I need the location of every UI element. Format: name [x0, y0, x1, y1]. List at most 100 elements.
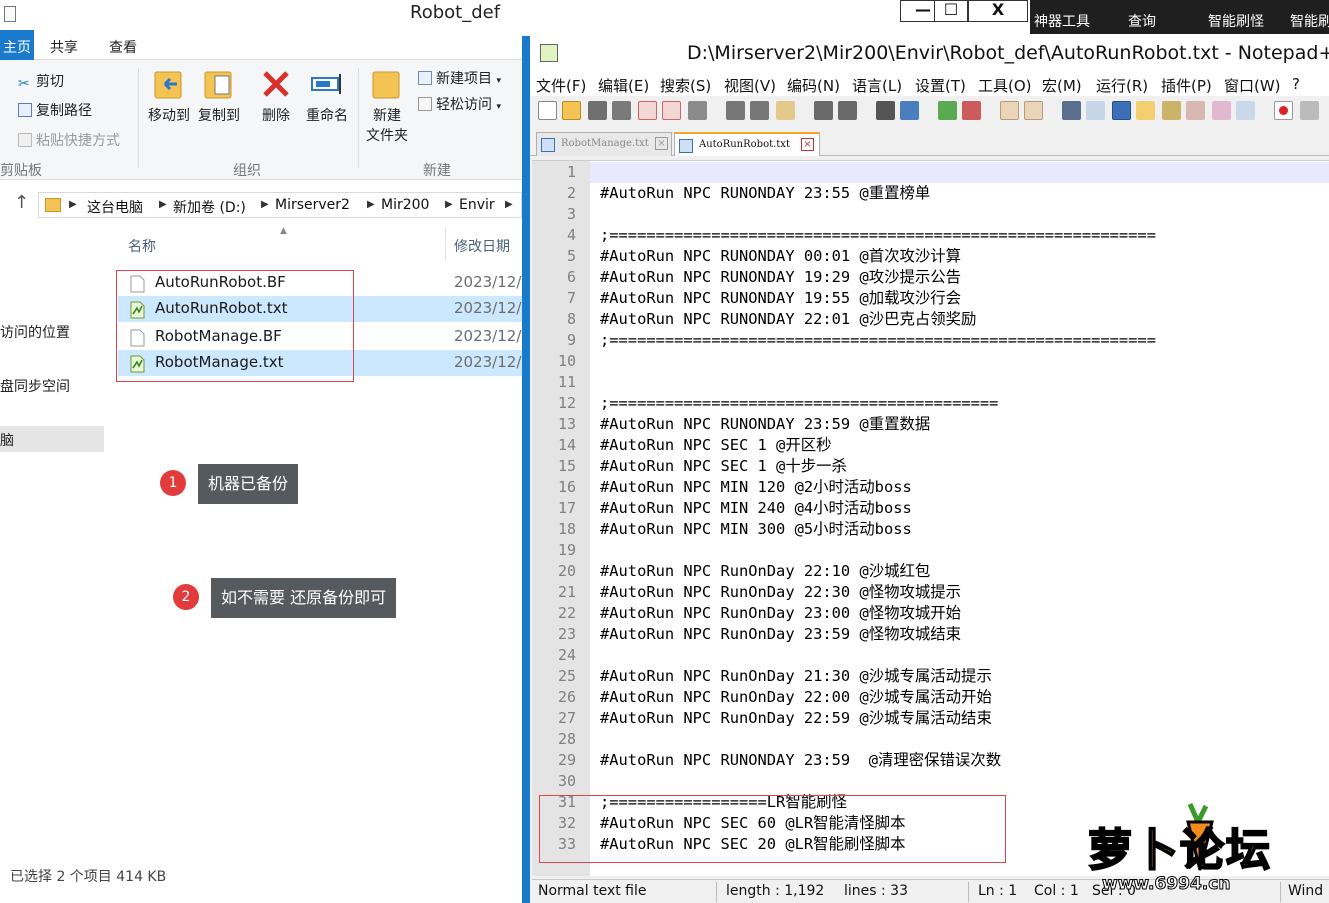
file-row[interactable]: AutoRunRobot.BF 2023/12/ — [118, 270, 522, 296]
file-date: 2023/12/ — [454, 299, 522, 317]
copy-to-button[interactable]: 复制到 — [196, 66, 242, 126]
menu-view[interactable]: 视图(V) — [724, 75, 776, 96]
file-row[interactable]: RobotManage.txt 2023/12/ — [118, 350, 522, 376]
tab-view[interactable]: 查看 — [109, 37, 137, 57]
menu-language[interactable]: 语言(L) — [852, 75, 902, 96]
menu-encoding[interactable]: 编码(N) — [787, 75, 840, 96]
zoom-in-icon[interactable] — [938, 101, 957, 120]
cut-button[interactable]: ✂ 剪切 — [18, 71, 64, 92]
blank-file-icon — [130, 329, 145, 347]
breadcrumb-item[interactable]: 这台电脑 — [87, 197, 143, 217]
menu-window[interactable]: 窗口(W) — [1224, 75, 1281, 96]
lang-udl-icon[interactable] — [1136, 101, 1155, 120]
taskbar-item[interactable]: 神器工具 — [1034, 11, 1090, 31]
menu-plugins[interactable]: 插件(P) — [1161, 75, 1212, 96]
save-all-icon[interactable] — [612, 101, 631, 120]
menu-edit[interactable]: 编辑(E) — [598, 75, 649, 96]
line-number: 9 — [566, 331, 576, 349]
notepadpp-title: D:\Mirserver2\Mir200\Envir\Robot_def\Aut… — [687, 42, 1329, 64]
file-row[interactable]: RobotManage.BF 2023/12/ — [118, 324, 522, 350]
line-number: 11 — [557, 373, 576, 391]
close-button[interactable]: X — [968, 0, 1028, 22]
breadcrumb-item[interactable]: Mirserver2 — [275, 197, 350, 213]
cut-icon[interactable] — [726, 101, 745, 120]
sync-v-icon[interactable] — [1000, 101, 1019, 120]
zoom-out-icon[interactable] — [962, 101, 981, 120]
column-header-date[interactable]: 修改日期 — [454, 236, 510, 256]
paste-shortcut-button[interactable]: 粘贴快捷方式 — [18, 130, 120, 150]
rename-button[interactable]: 重命名 — [302, 66, 352, 126]
copy-icon[interactable] — [750, 101, 769, 120]
line-number: 31 — [557, 793, 576, 811]
code-line: #AutoRun NPC RunOnDay 22:59 @沙城专属活动结束 — [600, 709, 992, 727]
menu-settings[interactable]: 设置(T) — [915, 75, 966, 96]
copy-path-button[interactable]: 复制路径 — [18, 100, 92, 120]
open-file-icon[interactable] — [562, 101, 581, 120]
record-macro-icon[interactable] — [1274, 101, 1293, 120]
delete-button[interactable]: 删除 — [254, 66, 298, 126]
sync-h-icon[interactable] — [1024, 101, 1043, 120]
menu-tools[interactable]: 工具(O) — [978, 75, 1032, 96]
save-icon[interactable] — [588, 101, 607, 120]
line-number: 16 — [557, 478, 576, 496]
tab-home[interactable]: 主页 — [0, 30, 34, 61]
new-file-icon[interactable] — [538, 101, 557, 120]
menu-file[interactable]: 文件(F) — [536, 75, 586, 96]
function-list-icon[interactable] — [1186, 101, 1205, 120]
replace-icon[interactable] — [900, 101, 919, 120]
menu-search[interactable]: 搜索(S) — [660, 75, 711, 96]
text-editor[interactable]: 1 2 #AutoRun NPC RUNONDAY 23:55 @重置榜单 3 4 ;==… — [532, 160, 1329, 876]
breadcrumb-item[interactable]: Mir200 — [381, 197, 429, 213]
new-folder-button[interactable]: 新建 文件夹 — [362, 66, 412, 146]
breadcrumb-item[interactable]: 新加卷 (D:) — [173, 197, 246, 217]
taskbar-item[interactable]: 智能刷怪 — [1208, 11, 1264, 31]
column-header-name[interactable]: 名称 — [128, 236, 156, 256]
taskbar-item[interactable]: 智能刷 — [1290, 11, 1329, 31]
stop-macro-icon[interactable] — [1300, 101, 1319, 120]
group-label-organize: 组织 — [233, 163, 261, 179]
nav-item-recent-locations[interactable]: 访问的位置 — [0, 322, 70, 342]
code-line: #AutoRun NPC SEC 1 @十步一杀 — [600, 457, 847, 475]
code-line: #AutoRun NPC RUNONDAY 23:55 @重置榜单 — [600, 184, 931, 202]
new-item-button[interactable]: 新建项目 ▾ — [418, 68, 501, 88]
breadcrumb-item[interactable]: Envir — [459, 197, 495, 213]
menu-help[interactable]: ? — [1292, 75, 1300, 93]
nav-item-sync-space[interactable]: 盘同步空间 — [0, 376, 70, 396]
move-to-button[interactable]: 移动到 — [146, 66, 192, 126]
file-name: AutoRunRobot.txt — [155, 299, 288, 317]
doc-map-icon[interactable] — [1162, 101, 1181, 120]
redo-icon[interactable] — [838, 101, 857, 120]
close-tab-icon[interactable]: × — [655, 137, 668, 150]
line-number: 21 — [557, 583, 576, 601]
folder-workspace-icon[interactable] — [1212, 101, 1231, 120]
menu-bar: 文件(F) 编辑(E) 搜索(S) 视图(V) 编码(N) 语言(L) 设置(T… — [530, 72, 1329, 96]
group-divider — [358, 68, 359, 168]
word-wrap-icon[interactable] — [1062, 101, 1081, 120]
find-icon[interactable] — [876, 101, 895, 120]
tab-robotmanage[interactable]: RobotManage.txt × — [536, 132, 672, 156]
file-row[interactable]: AutoRunRobot.txt 2023/12/ — [118, 296, 522, 322]
up-arrow-icon[interactable]: ↑ — [14, 192, 29, 213]
tab-share[interactable]: 共享 — [50, 37, 78, 57]
easy-access-button[interactable]: 轻松访问 ▾ — [418, 94, 501, 114]
group-label-clipboard: 剪贴板 — [0, 163, 42, 179]
maximize-button[interactable]: ☐ — [934, 0, 968, 22]
line-number: 14 — [557, 436, 576, 454]
menu-run[interactable]: 运行(R) — [1096, 75, 1148, 96]
print-icon[interactable] — [688, 101, 707, 120]
undo-icon[interactable] — [814, 101, 833, 120]
close-tab-icon[interactable]: × — [801, 138, 814, 151]
indent-guide-icon[interactable] — [1112, 101, 1131, 120]
monitoring-eye-icon[interactable] — [1236, 101, 1255, 120]
breadcrumb[interactable]: ▶ 这台电脑 ▶ 新加卷 (D:) ▶ Mirserver2 ▶ Mir200 … — [38, 192, 522, 218]
close-file-icon[interactable] — [638, 101, 657, 120]
quick-access-icon[interactable] — [4, 6, 16, 22]
show-all-chars-icon[interactable] — [1086, 101, 1105, 120]
taskbar-item[interactable]: 查询 — [1128, 11, 1156, 31]
tab-autorunrobot[interactable]: AutoRunRobot.txt × — [674, 132, 820, 156]
code-line: #AutoRun NPC RUNONDAY 19:29 @攻沙提示公告 — [600, 268, 962, 286]
nav-item-this-pc[interactable]: 脑 — [0, 426, 104, 452]
menu-macro[interactable]: 宏(M) — [1042, 75, 1082, 96]
paste-icon[interactable] — [776, 101, 795, 120]
close-all-icon[interactable] — [662, 101, 681, 120]
